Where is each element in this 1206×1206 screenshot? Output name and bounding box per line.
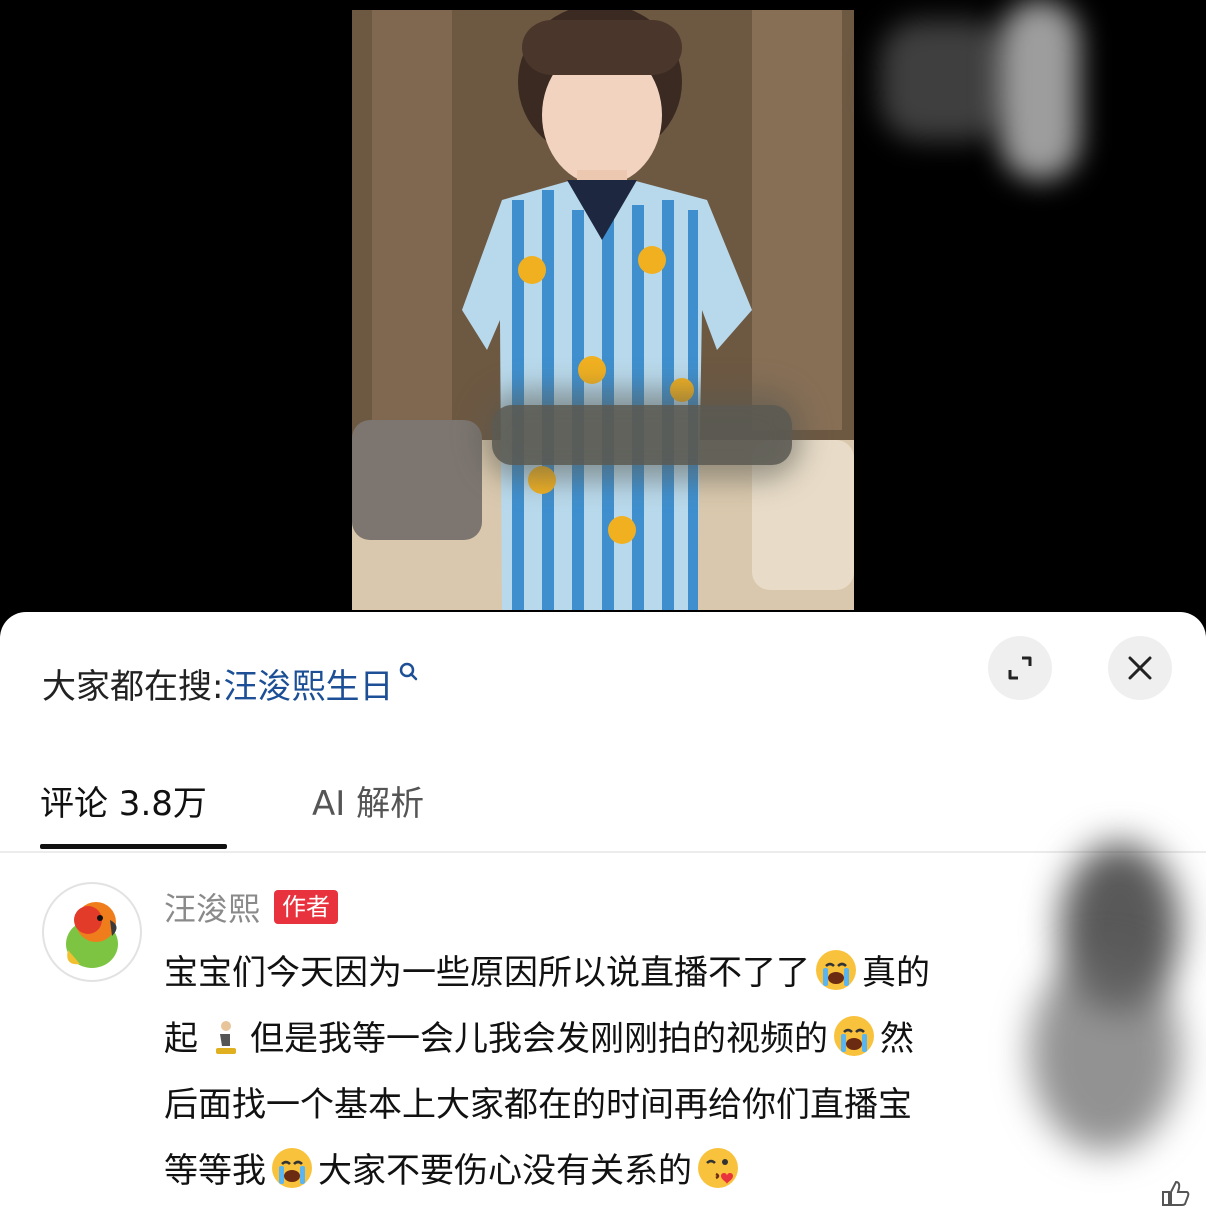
comment-line-text: 等等我: [164, 1151, 266, 1191]
comment-line-text: 起: [164, 1019, 198, 1059]
author-badge: 作者: [274, 890, 339, 924]
comment-line-text: 宝宝们今天因为一些原因所以说直播不了了: [164, 953, 810, 993]
comment-line: 等等我 大家不要伤心没有关系的: [164, 1138, 1094, 1204]
comment-line-text: 然: [880, 1019, 914, 1059]
expand-icon: [1008, 656, 1032, 680]
mosaic-blur: [880, 20, 1010, 140]
search-icon: [400, 662, 418, 681]
video-content-image: [352, 10, 854, 610]
comment-line-text: 后面找一个基本上大家都在的时间再给你们直播宝: [164, 1085, 912, 1125]
tab-ai-analysis[interactable]: AI 解析: [312, 776, 424, 825]
comment-line-text: 大家不要伤心没有关系的: [318, 1151, 692, 1191]
comment-sheet: 大家都在搜: 汪浚熙生日 评论 3.8万 AI 解析 汪浚熙 作者 宝宝们今天因…: [0, 612, 1206, 1206]
close-icon: [1128, 656, 1152, 680]
kneeling-person-icon: [216, 1021, 236, 1054]
comment-line: 后面找一个基本上大家都在的时间再给你们直播宝: [164, 1072, 1094, 1138]
expand-button[interactable]: [988, 636, 1052, 700]
mosaic-blur: [1000, 0, 1080, 180]
trending-search-bar[interactable]: 大家都在搜: 汪浚熙生日: [42, 658, 419, 708]
comment-header: 汪浚熙 作者: [164, 884, 339, 930]
crying-emoji-icon: [272, 1148, 312, 1188]
crying-emoji-icon: [816, 950, 856, 990]
kissing-heart-emoji-icon: [698, 1148, 738, 1188]
active-tab-indicator: [40, 844, 227, 849]
video-frame[interactable]: [352, 10, 854, 610]
search-term-link[interactable]: 汪浚熙生日: [223, 659, 393, 708]
tab-comments[interactable]: 评论 3.8万: [40, 776, 207, 825]
like-icon[interactable]: [1160, 1180, 1190, 1206]
comment-username[interactable]: 汪浚熙: [164, 884, 260, 930]
mosaic-blur: [1030, 952, 1180, 1152]
comment-text: 宝宝们今天因为一些原因所以说直播不了了 真的 起 但是我等一会儿我会发刚刚拍的视频的…: [164, 940, 1094, 1204]
close-button[interactable]: [1108, 636, 1172, 700]
parrot-avatar-icon: [66, 902, 118, 968]
divider: [0, 851, 1206, 853]
comment-line: 宝宝们今天因为一些原因所以说直播不了了 真的: [164, 940, 1094, 1006]
video-player[interactable]: [0, 0, 1206, 640]
comment-line-text: 真的: [862, 953, 930, 993]
avatar[interactable]: [42, 882, 142, 982]
comment-line-text: 但是我等一会儿我会发刚刚拍的视频的: [250, 1019, 828, 1059]
mosaic-blur: [482, 390, 802, 480]
comment-line: 起 但是我等一会儿我会发刚刚拍的视频的 然: [164, 1006, 1094, 1072]
search-prefix: 大家都在搜:: [42, 666, 224, 707]
crying-emoji-icon: [834, 1016, 874, 1056]
